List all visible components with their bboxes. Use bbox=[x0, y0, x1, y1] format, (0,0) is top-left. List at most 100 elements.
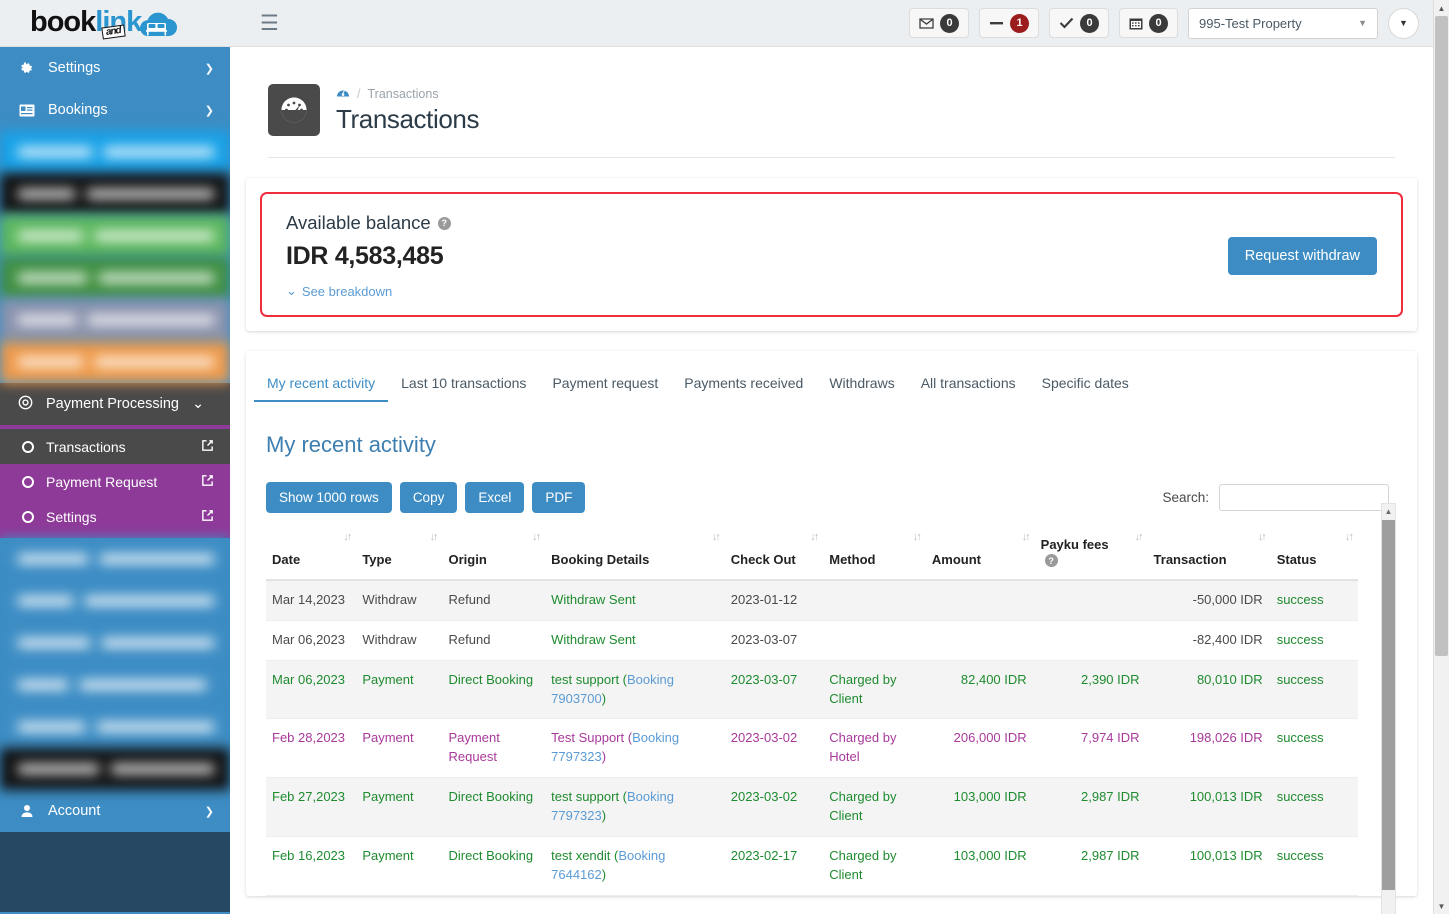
sidebar-redacted-item[interactable] bbox=[0, 538, 230, 580]
sort-icon[interactable]: ↓↑ bbox=[1345, 531, 1354, 543]
column-header-transaction[interactable]: Transaction ↓↑ bbox=[1147, 531, 1271, 582]
page-scrollbar[interactable]: ▲ ▼ bbox=[1433, 0, 1449, 914]
user-icon bbox=[18, 804, 35, 818]
help-circle-icon[interactable]: ? bbox=[437, 216, 451, 230]
column-header-booking-details[interactable]: Booking Details ↓↑ bbox=[545, 531, 725, 582]
sort-icon[interactable]: ↓↑ bbox=[430, 531, 439, 543]
sort-icon[interactable]: ↓↑ bbox=[1258, 531, 1267, 543]
sidebar-item-transactions[interactable]: Transactions bbox=[0, 429, 230, 464]
sidebar-redacted-item[interactable] bbox=[0, 748, 230, 790]
sidebar-redacted-items-top bbox=[0, 131, 230, 383]
excel-button[interactable]: Excel bbox=[465, 482, 525, 513]
messages-chip[interactable]: 0 bbox=[909, 8, 969, 38]
sidebar-redacted-item[interactable] bbox=[0, 664, 230, 706]
page-scrollbar-thumb[interactable] bbox=[1435, 16, 1448, 656]
sidebar-redacted-item[interactable] bbox=[0, 622, 230, 664]
external-link-icon bbox=[201, 474, 214, 490]
see-breakdown-link[interactable]: ⌄ See breakdown bbox=[286, 283, 451, 299]
table-row[interactable]: Feb 16,2023 Payment Direct Booking test xen… bbox=[266, 836, 1358, 896]
tab-specific-dates[interactable]: Specific dates bbox=[1029, 365, 1142, 402]
scroll-up-arrow-icon[interactable]: ▲ bbox=[1382, 504, 1395, 519]
table-row[interactable]: Mar 14,2023 Withdraw Refund Withdraw Sent 20… bbox=[266, 580, 1358, 621]
redacted-text-block bbox=[87, 189, 214, 199]
column-header-origin[interactable]: Origin ↓↑ bbox=[442, 531, 546, 582]
balance-value: 4,583,485 bbox=[334, 242, 444, 270]
table-scrollbar-thumb[interactable] bbox=[1382, 520, 1395, 890]
cell-amount: 103,000 IDR bbox=[925, 777, 1035, 837]
sidebar-redacted-item[interactable] bbox=[0, 131, 230, 173]
sort-icon[interactable]: ↓↑ bbox=[532, 531, 541, 543]
cell-payku-fees: 7,974 IDR bbox=[1034, 718, 1148, 779]
booking-suffix: ) bbox=[601, 690, 607, 706]
column-header-label: Date bbox=[272, 552, 301, 568]
tab-payments-received[interactable]: Payments received bbox=[671, 365, 816, 402]
property-selector[interactable]: 995-Test Property ▼ bbox=[1188, 7, 1378, 39]
sort-icon[interactable]: ↓↑ bbox=[712, 531, 721, 543]
cell-amount: 206,000 IDR bbox=[925, 718, 1035, 779]
table-scrollbar[interactable]: ▲ bbox=[1381, 503, 1396, 914]
column-header-status[interactable]: Status ↓↑ bbox=[1270, 531, 1358, 582]
column-header-type[interactable]: Type ↓↑ bbox=[356, 531, 443, 582]
sidebar-item-settings[interactable]: Settings ❯ bbox=[0, 47, 230, 89]
section-title: My recent activity bbox=[266, 432, 436, 457]
tab-withdraws[interactable]: Withdraws bbox=[816, 365, 907, 402]
column-header-check-out[interactable]: Check Out ↓↑ bbox=[724, 531, 824, 582]
calendar-chip[interactable]: 0 bbox=[1119, 8, 1178, 38]
hamburger-icon[interactable]: ☰ bbox=[260, 13, 279, 34]
show-rows-button[interactable]: Show 1000 rows bbox=[266, 482, 392, 513]
request-withdraw-button[interactable]: Request withdraw bbox=[1227, 236, 1377, 275]
column-header-date[interactable]: Date ↓↑ bbox=[266, 531, 357, 582]
sidebar-item-payment-settings[interactable]: Settings bbox=[0, 499, 230, 534]
scroll-down-arrow-icon[interactable]: ▼ bbox=[1434, 898, 1449, 914]
column-header-method[interactable]: Method ↓↑ bbox=[823, 531, 926, 582]
sort-icon[interactable]: ↓↑ bbox=[913, 531, 922, 543]
cell-booking-details: test xendit (Booking 7644162) bbox=[545, 836, 725, 896]
app-logo[interactable]: booklink and bbox=[0, 0, 230, 47]
sidebar-redacted-item[interactable] bbox=[0, 706, 230, 748]
tab-last-10-transactions[interactable]: Last 10 transactions bbox=[388, 365, 539, 402]
sidebar-redacted-item[interactable] bbox=[0, 580, 230, 622]
sidebar-redacted-items-bottom bbox=[0, 538, 230, 790]
column-header-payku-fees[interactable]: Payku fees? ↓↑ bbox=[1034, 531, 1148, 582]
table-row[interactable]: Mar 06,2023 Withdraw Refund Withdraw Sent 20… bbox=[266, 620, 1358, 661]
cell-booking-details: test support (Booking 7797323) bbox=[545, 777, 725, 837]
sidebar-redacted-item[interactable] bbox=[0, 215, 230, 257]
column-header-amount[interactable]: Amount ↓↑ bbox=[925, 531, 1035, 582]
sidebar-item-account[interactable]: Account ❯ bbox=[0, 790, 230, 832]
sort-icon[interactable]: ↓↑ bbox=[343, 531, 352, 543]
breadcrumb-current[interactable]: Transactions bbox=[367, 87, 438, 101]
more-options-button[interactable]: ▼ bbox=[1388, 7, 1419, 39]
copy-button[interactable]: Copy bbox=[399, 482, 458, 513]
tab-all-transactions[interactable]: All transactions bbox=[908, 365, 1029, 402]
search-input[interactable] bbox=[1219, 484, 1389, 511]
cell-method bbox=[823, 580, 926, 621]
sidebar-redacted-item[interactable] bbox=[0, 257, 230, 299]
sidebar-redacted-item[interactable] bbox=[0, 341, 230, 383]
sidebar-group-payment-processing[interactable]: Payment Processing ⌄ bbox=[0, 383, 230, 425]
tab-my-recent-activity[interactable]: My recent activity bbox=[254, 365, 389, 402]
pending-chip[interactable]: 1 bbox=[979, 8, 1039, 38]
scroll-up-arrow-icon[interactable]: ▲ bbox=[1434, 0, 1449, 16]
redacted-text-block bbox=[80, 680, 206, 690]
sort-icon[interactable]: ↓↑ bbox=[1135, 531, 1144, 543]
confirmed-chip[interactable]: 0 bbox=[1049, 8, 1109, 38]
sidebar-item-payment-request[interactable]: Payment Request bbox=[0, 464, 230, 499]
table-row[interactable]: Feb 28,2023 Payment Payment Request Test Su… bbox=[266, 718, 1358, 779]
sidebar-item-bookings[interactable]: Bookings ❯ bbox=[0, 89, 230, 131]
tab-payment-request[interactable]: Payment request bbox=[539, 365, 671, 402]
table-row[interactable]: Feb 27,2023 Payment Direct Booking test sup… bbox=[266, 777, 1358, 837]
sidebar-redacted-item[interactable] bbox=[0, 173, 230, 215]
sidebar-subitem-label: Transactions bbox=[46, 438, 126, 455]
sort-icon[interactable]: ↓↑ bbox=[1022, 531, 1031, 543]
booking-guest-name: test xendit ( bbox=[551, 847, 619, 863]
pdf-button[interactable]: PDF bbox=[532, 482, 586, 513]
table-row[interactable]: Mar 06,2023 Payment Direct Booking test sup… bbox=[266, 660, 1358, 720]
sort-icon[interactable]: ↓↑ bbox=[810, 531, 819, 543]
sidebar-submenu-payment-processing: Transactions Payment Request Settings bbox=[0, 425, 230, 538]
balance-amount: IDR 4,583,485 bbox=[286, 242, 451, 271]
cell-origin: Direct Booking bbox=[442, 777, 546, 837]
dashboard-icon[interactable] bbox=[336, 86, 350, 102]
sidebar-redacted-item[interactable] bbox=[0, 299, 230, 341]
help-circle-icon[interactable]: ? bbox=[1044, 554, 1058, 568]
speedometer-icon bbox=[268, 84, 320, 136]
